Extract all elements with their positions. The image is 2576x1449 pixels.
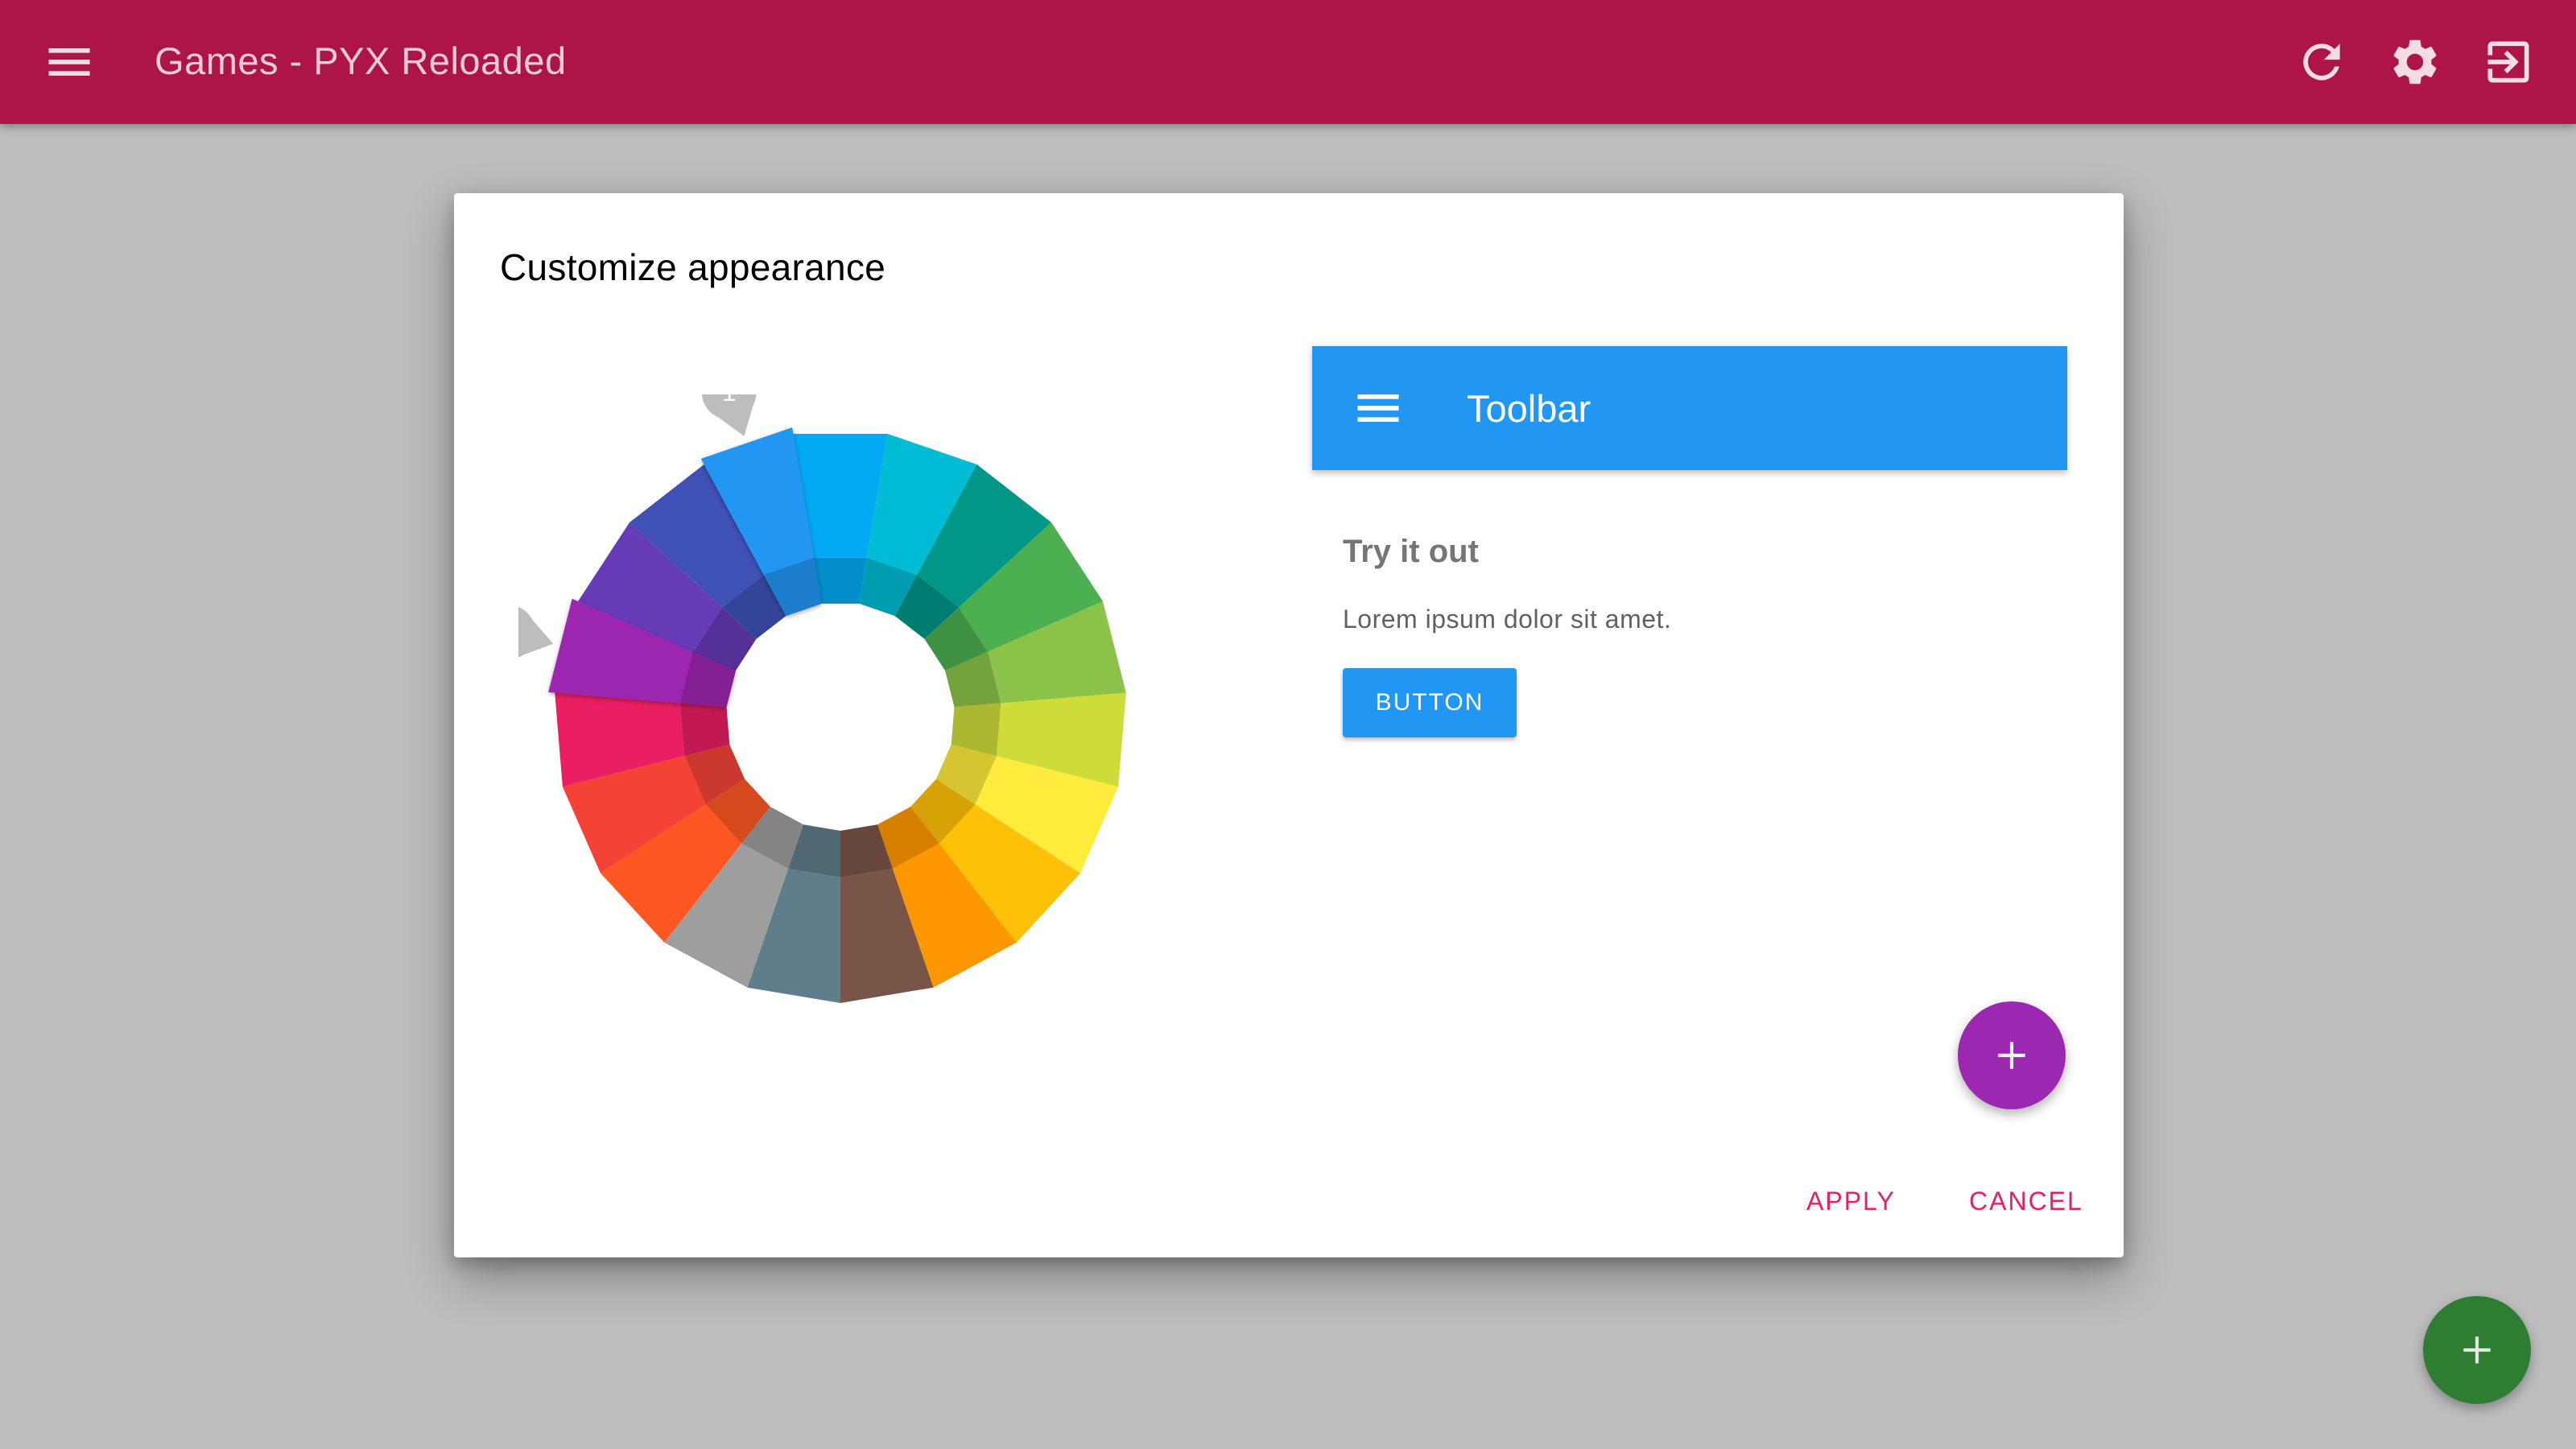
color-swatch-shade	[814, 557, 867, 604]
logout-icon[interactable]	[2481, 35, 2536, 89]
color-marker[interactable]: 2	[518, 605, 554, 659]
apply-button[interactable]: APPLY	[1790, 1167, 1912, 1235]
color-marker[interactable]: 1	[701, 394, 757, 436]
plus-icon	[1992, 1035, 2032, 1075]
refresh-icon[interactable]	[2294, 35, 2349, 89]
preview-button[interactable]: BUTTON	[1343, 668, 1517, 737]
cancel-button[interactable]: CANCEL	[1953, 1167, 2099, 1235]
color-wheel[interactable]: 12	[518, 394, 1162, 1038]
app-bar: Games - PYX Reloaded	[0, 0, 2576, 124]
preview-fab[interactable]	[1958, 1001, 2066, 1109]
menu-icon	[1351, 381, 1406, 436]
dialog-title: Customize appearance	[500, 246, 886, 288]
preview-heading: Try it out	[1343, 534, 1479, 569]
customize-dialog: Customize appearance 12 Toolbar Try it o…	[454, 193, 2124, 1257]
preview-toolbar: Toolbar	[1312, 346, 2067, 470]
add-game-button[interactable]	[2423, 1296, 2531, 1404]
gear-icon[interactable]	[2388, 35, 2442, 89]
plus-icon	[2457, 1330, 2497, 1370]
preview-toolbar-title: Toolbar	[1467, 387, 1591, 430]
marker-label: 1	[722, 394, 737, 407]
app-title: Games - PYX Reloaded	[155, 39, 567, 82]
preview-body-text: Lorem ipsum dolor sit amet.	[1343, 605, 1672, 634]
menu-icon[interactable]	[42, 35, 97, 89]
